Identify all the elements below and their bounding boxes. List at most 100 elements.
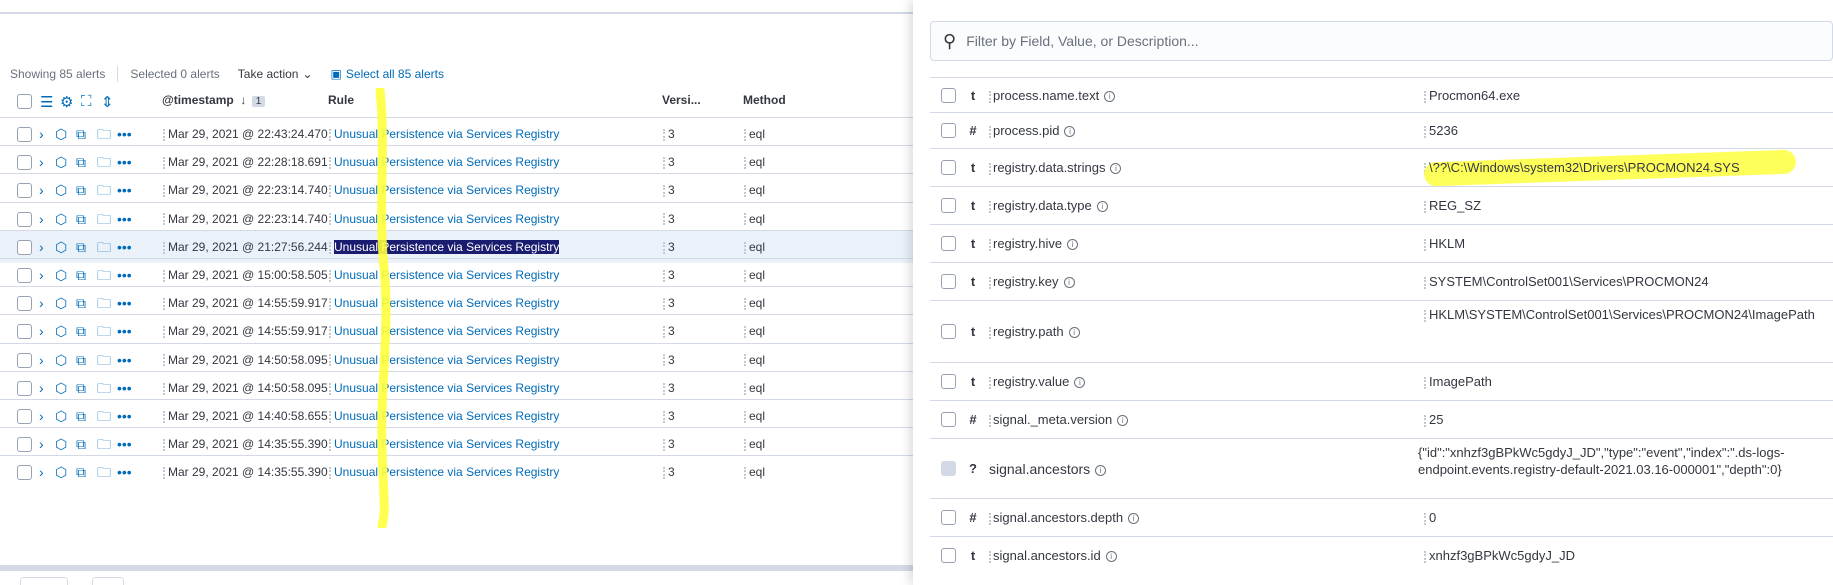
process-tree-icon[interactable]: ⧉ xyxy=(76,240,86,254)
field-search-box[interactable]: ⚲ xyxy=(930,21,1833,61)
info-icon[interactable]: i xyxy=(1117,415,1129,427)
row-checkbox[interactable] xyxy=(17,296,32,312)
info-icon[interactable]: i xyxy=(1104,91,1116,103)
expand-chevron-icon[interactable]: › xyxy=(39,409,44,423)
field-toggle-checkbox[interactable] xyxy=(941,123,956,138)
analyze-cube-icon[interactable]: ⬡ xyxy=(55,240,67,254)
more-actions-icon[interactable]: ••• xyxy=(117,381,132,395)
drag-handle[interactable] xyxy=(989,376,991,389)
rule-link[interactable]: Unusual Persistence via Services Registr… xyxy=(334,127,559,141)
analyze-cube-icon[interactable]: ⬡ xyxy=(55,268,67,282)
drag-handle[interactable] xyxy=(989,200,991,213)
drag-handle[interactable] xyxy=(329,298,331,311)
process-tree-icon[interactable]: ⧉ xyxy=(76,353,86,367)
drag-handle[interactable] xyxy=(744,213,746,226)
folder-icon[interactable]: 🗀 xyxy=(97,212,111,226)
drag-handle[interactable] xyxy=(163,128,165,141)
more-actions-icon[interactable]: ••• xyxy=(117,465,132,479)
rule-link[interactable]: Unusual Persistence via Services Registr… xyxy=(334,239,560,254)
folder-icon[interactable]: 🗀 xyxy=(97,353,111,367)
drag-handle[interactable] xyxy=(163,467,165,480)
drag-handle[interactable] xyxy=(1424,125,1426,138)
drag-handle[interactable] xyxy=(329,382,331,395)
drag-handle[interactable] xyxy=(744,382,746,395)
drag-handle[interactable] xyxy=(329,269,331,282)
analyze-cube-icon[interactable]: ⬡ xyxy=(55,381,67,395)
drag-handle[interactable] xyxy=(1424,309,1426,322)
drag-handle[interactable] xyxy=(329,467,331,480)
row-checkbox[interactable] xyxy=(17,352,32,368)
row-checkbox[interactable] xyxy=(17,380,32,396)
more-actions-icon[interactable]: ••• xyxy=(117,155,132,169)
drag-handle[interactable] xyxy=(989,512,991,525)
drag-handle[interactable] xyxy=(989,326,991,339)
drag-handle[interactable] xyxy=(663,269,665,282)
drag-handle[interactable] xyxy=(329,213,331,226)
drag-handle[interactable] xyxy=(163,354,165,367)
drag-handle[interactable] xyxy=(989,550,991,563)
row-checkbox[interactable] xyxy=(17,183,32,199)
drag-handle[interactable] xyxy=(989,125,991,138)
pagination-button[interactable] xyxy=(92,577,124,585)
info-icon[interactable]: i xyxy=(1074,377,1086,389)
drag-handle[interactable] xyxy=(329,128,331,141)
drag-handle[interactable] xyxy=(163,269,165,282)
row-checkbox[interactable] xyxy=(17,211,32,227)
drag-handle[interactable] xyxy=(663,157,665,170)
rule-link[interactable]: Unusual Persistence via Services Registr… xyxy=(334,409,559,423)
drag-handle[interactable] xyxy=(663,128,665,141)
analyze-cube-icon[interactable]: ⬡ xyxy=(55,296,67,310)
drag-handle[interactable] xyxy=(163,298,165,311)
drag-handle[interactable] xyxy=(329,354,331,367)
process-tree-icon[interactable]: ⧉ xyxy=(76,437,86,451)
row-checkbox[interactable] xyxy=(17,127,32,142)
drag-handle[interactable] xyxy=(744,185,746,198)
folder-icon[interactable]: 🗀 xyxy=(97,183,111,197)
select-all-button[interactable]: ▣ Select all 85 alerts xyxy=(331,67,444,81)
rule-link[interactable]: Unusual Persistence via Services Registr… xyxy=(334,324,559,338)
drag-handle[interactable] xyxy=(989,90,991,103)
drag-handle[interactable] xyxy=(989,162,991,175)
process-tree-icon[interactable]: ⧉ xyxy=(76,183,86,197)
drag-handle[interactable] xyxy=(163,157,165,170)
drag-handle[interactable] xyxy=(663,467,665,480)
analyze-cube-icon[interactable]: ⬡ xyxy=(55,353,67,367)
drag-handle[interactable] xyxy=(1424,276,1426,289)
drag-handle[interactable] xyxy=(1424,550,1426,563)
process-tree-icon[interactable]: ⧉ xyxy=(76,127,86,141)
more-actions-icon[interactable]: ••• xyxy=(117,268,132,282)
sort-fields-icon[interactable]: ⇕ xyxy=(101,93,114,111)
process-tree-icon[interactable]: ⧉ xyxy=(76,268,86,282)
drag-handle[interactable] xyxy=(744,241,746,254)
drag-handle[interactable] xyxy=(1424,414,1426,427)
process-tree-icon[interactable]: ⧉ xyxy=(76,155,86,169)
more-actions-icon[interactable]: ••• xyxy=(117,240,132,254)
more-actions-icon[interactable]: ••• xyxy=(117,409,132,423)
more-actions-icon[interactable]: ••• xyxy=(117,353,132,367)
row-checkbox[interactable] xyxy=(17,324,32,340)
row-checkbox[interactable] xyxy=(17,437,32,453)
expand-chevron-icon[interactable]: › xyxy=(39,127,44,141)
row-checkbox[interactable] xyxy=(17,268,32,283)
drag-handle[interactable] xyxy=(163,185,165,198)
drag-handle[interactable] xyxy=(1424,238,1426,251)
drag-handle[interactable] xyxy=(163,439,165,452)
analyze-cube-icon[interactable]: ⬡ xyxy=(55,212,67,226)
drag-handle[interactable] xyxy=(329,410,331,423)
drag-handle[interactable] xyxy=(663,213,665,226)
field-toggle-checkbox[interactable] xyxy=(941,510,956,525)
drag-handle[interactable] xyxy=(663,298,665,311)
field-toggle-checkbox[interactable] xyxy=(941,88,956,103)
info-icon[interactable]: i xyxy=(1064,126,1076,138)
rule-link[interactable]: Unusual Persistence via Services Registr… xyxy=(334,183,559,197)
list-icon[interactable]: ☰ xyxy=(40,93,53,111)
process-tree-icon[interactable]: ⧉ xyxy=(76,409,86,423)
row-checkbox[interactable] xyxy=(17,409,32,424)
field-toggle-checkbox[interactable] xyxy=(941,374,956,389)
rule-link[interactable]: Unusual Persistence via Services Registr… xyxy=(334,465,559,479)
drag-handle[interactable] xyxy=(329,326,331,339)
folder-icon[interactable]: 🗀 xyxy=(97,240,111,254)
info-icon[interactable]: i xyxy=(1105,551,1117,563)
folder-icon[interactable]: 🗀 xyxy=(97,437,111,451)
drag-handle[interactable] xyxy=(163,382,165,395)
